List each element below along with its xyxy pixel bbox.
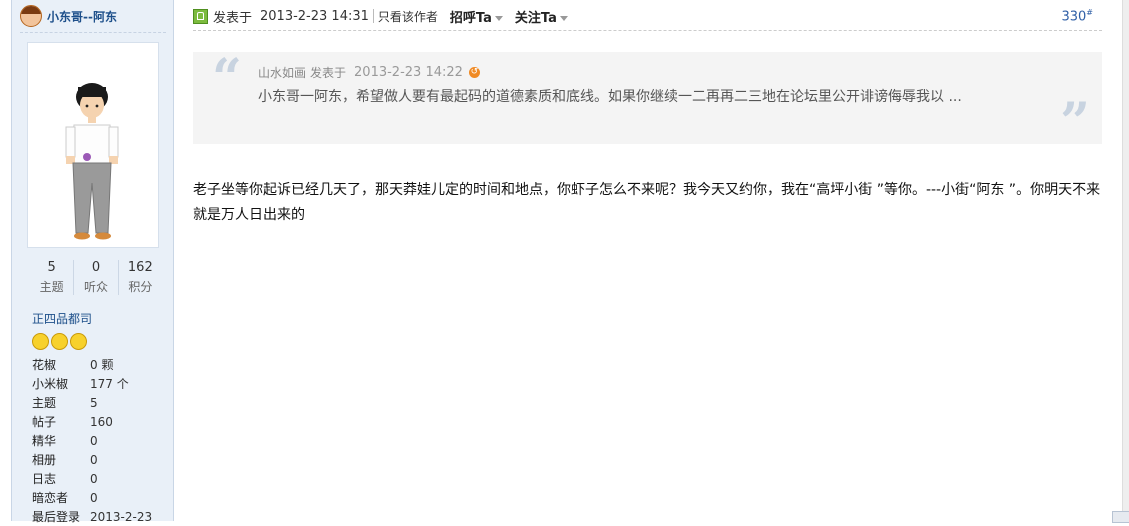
author-stats: 5 主题 0 听众 162 积分	[30, 260, 162, 295]
info-key: 精华	[32, 434, 57, 448]
moon-medal-icon[interactable]	[70, 333, 87, 350]
divider	[20, 32, 166, 33]
author-rank[interactable]: 正四品都司	[32, 310, 92, 327]
info-key: 暗恋者	[32, 491, 69, 505]
info-value[interactable]: 0	[90, 472, 98, 486]
jump-to-post-icon[interactable]: ↺	[468, 67, 480, 78]
post-meta-bar: 发表于 2013-2-23 14:31 只看该作者 招呼Ta 关注Ta 330#	[193, 5, 1093, 27]
info-row: 帖子 160	[32, 412, 152, 431]
divider	[372, 9, 374, 23]
view-only-author-link[interactable]: 只看该作者	[378, 8, 438, 25]
quote-posted-label: 发表于	[310, 66, 347, 80]
chevron-down-icon	[559, 15, 568, 21]
quote-time: 2013-2-23 14:22	[354, 65, 463, 80]
author-name-link[interactable]: 小东哥--阿东	[47, 8, 117, 25]
quote-body: 小东哥一阿东，希望做人要有最起码的道德素质和底线。如果你继续一二再再二三地在论坛…	[258, 89, 962, 105]
scroll-up-button[interactable]	[1112, 511, 1129, 523]
author-info-list: 花椒 0 颗 小米椒 177 个 主题 5 帖子 160 精华 0 相册 0 日志 0 暗恋者…	[32, 355, 152, 526]
author-header: 小东哥--阿东	[20, 4, 117, 28]
info-key: 小米椒	[32, 377, 69, 391]
greet-dropdown[interactable]: 招呼Ta	[450, 7, 503, 26]
divider	[193, 30, 1102, 31]
follow-label: 关注Ta	[514, 10, 557, 26]
info-key: 主题	[32, 396, 57, 410]
stat-points-label: 积分	[128, 280, 153, 294]
post-content: 老子坐等你起诉已经几天了，那天莽娃儿定的时间和地点，你虾子怎么不来呢？我今天又约…	[193, 182, 1101, 223]
quote-header: 山水如画 发表于 2013-2-23 14:22 ↺	[258, 64, 480, 81]
info-row: 最后登录 2013-2-23	[32, 507, 152, 526]
open-quote-icon: “	[212, 48, 242, 109]
info-row: 主题 5	[32, 393, 152, 412]
stat-listeners-label: 听众	[83, 280, 108, 294]
follow-dropdown[interactable]: 关注Ta	[515, 7, 568, 26]
floor-sup: #	[1086, 7, 1093, 17]
stat-listeners[interactable]: 0 听众	[74, 260, 119, 295]
info-value: 0 颗	[90, 358, 114, 372]
info-value: 0	[90, 433, 98, 448]
info-key: 帖子	[32, 415, 57, 429]
info-row: 暗恋者 0	[32, 488, 152, 507]
info-value: 0	[90, 490, 98, 505]
author-sidebar: 小东哥--阿东 5 主题 0 听众 162 积分 正四品都司 花椒 0 颗 小米…	[11, 0, 174, 524]
greet-label: 招呼Ta	[449, 10, 492, 26]
smiley-medal-icon[interactable]	[32, 333, 49, 350]
chevron-down-icon	[494, 15, 503, 21]
stat-points[interactable]: 162 积分	[119, 260, 162, 295]
stat-points-value: 162	[127, 260, 153, 275]
floor-number: 330	[1061, 9, 1087, 25]
quote-block: “ 山水如画 发表于 2013-2-23 14:22 ↺ 小东哥一阿东，希望做人…	[193, 48, 1102, 153]
info-row: 精华 0	[32, 431, 152, 450]
floor-number-link[interactable]: 330#	[1061, 8, 1093, 24]
info-value: 2013-2-23	[90, 509, 153, 524]
info-key: 花椒	[32, 358, 57, 372]
posted-time: 2013-2-23 14:31	[260, 8, 369, 24]
info-value[interactable]: 0	[90, 453, 98, 467]
avatar-figure-icon	[65, 83, 119, 240]
stat-listeners-value: 0	[91, 260, 101, 275]
right-scrollbar[interactable]	[1122, 0, 1129, 521]
medal-list	[32, 333, 87, 350]
info-key: 相册	[32, 453, 57, 467]
info-key: 日志	[32, 472, 57, 486]
author-avatar[interactable]	[27, 42, 159, 248]
moon-medal-icon[interactable]	[51, 333, 68, 350]
quote-author: 山水如画	[258, 66, 307, 80]
info-row: 相册 0	[32, 450, 152, 469]
info-value[interactable]: 5	[90, 396, 98, 410]
close-quote-icon: ”	[1060, 92, 1090, 153]
info-row: 日志 0	[32, 469, 152, 488]
stat-topics-value: 5	[47, 260, 56, 275]
stat-topics-label: 主题	[39, 280, 64, 294]
online-status-icon	[193, 8, 208, 24]
info-key: 最后登录	[32, 510, 81, 524]
info-value: 177 个	[90, 377, 129, 391]
stat-topics[interactable]: 5 主题	[30, 260, 75, 295]
info-value[interactable]: 160	[90, 415, 113, 429]
info-row: 小米椒 177 个	[32, 374, 152, 393]
info-row: 花椒 0 颗	[32, 355, 152, 374]
author-small-avatar-icon[interactable]	[20, 5, 42, 27]
posted-label: 发表于	[213, 10, 253, 26]
